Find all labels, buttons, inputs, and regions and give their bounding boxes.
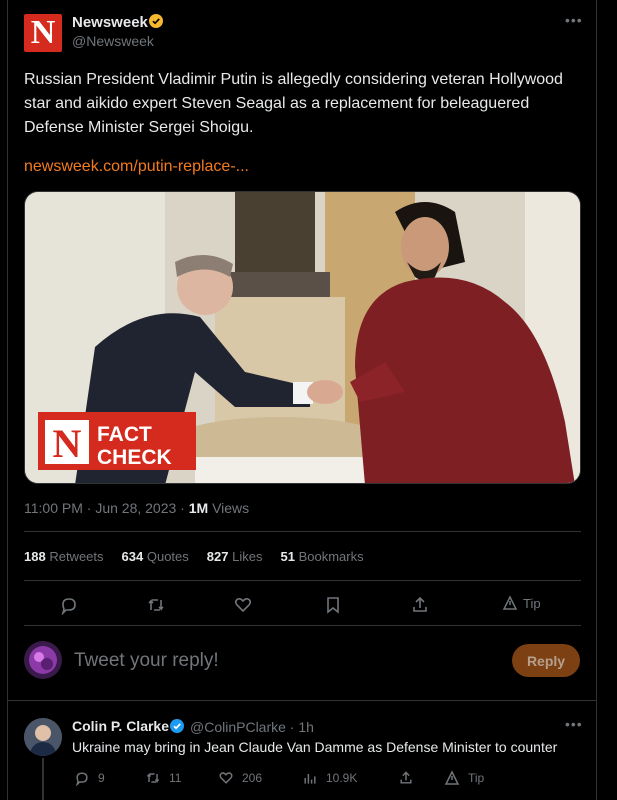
views-label: Views [208, 500, 250, 516]
comment-share-button[interactable] [398, 770, 414, 786]
commenter-name[interactable]: Colin P. Clarke [72, 718, 169, 734]
comment-reply-button[interactable]: 9 [74, 770, 105, 786]
author-handle[interactable]: @Newsweek [72, 33, 154, 49]
comment-retweet-button[interactable]: 11 [145, 770, 181, 786]
tweet-timestamp[interactable]: 11:00 PM · Jun 28, 2023 · [24, 500, 189, 516]
retweets-stat[interactable]: 188 Retweets [24, 549, 104, 564]
divider [24, 580, 581, 581]
like-icon[interactable] [233, 595, 253, 615]
badge-line-check: CHECK [97, 446, 172, 469]
views-count: 1M [188, 500, 209, 516]
quotes-count: 634 [121, 549, 144, 564]
likes-count: 827 [206, 549, 229, 564]
comment-likes-count: 206 [242, 771, 263, 785]
handshake-photo: N FACT CHECK [25, 192, 580, 483]
share-icon[interactable] [410, 595, 430, 615]
avatar-letter: N [30, 14, 56, 51]
tip-button[interactable]: Tip [502, 595, 541, 611]
reply-button[interactable]: Reply [512, 644, 580, 677]
comment-more-icon[interactable]: ••• [565, 716, 583, 732]
comment-tip-button[interactable]: Tip [444, 770, 484, 786]
tweet-stats: 188 Retweets 634 Quotes 827 Likes 51 Boo… [24, 549, 364, 564]
retweets-label: Retweets [49, 549, 104, 564]
views-icon [304, 774, 316, 784]
divider [24, 531, 581, 532]
bookmarks-label: Bookmarks [298, 549, 364, 564]
bookmarks-stat[interactable]: 51 Bookmarks [280, 549, 363, 564]
author-avatar[interactable]: N [24, 14, 62, 52]
tweet-text: Russian President Vladimir Putin is alle… [24, 71, 563, 136]
commenter-handle[interactable]: @ColinPClarke · 1h [190, 719, 314, 735]
comment-text: Ukraine may bring in Jean Claude Van Dam… [72, 739, 558, 755]
verified-gold-icon [149, 14, 163, 28]
comment-share-icon [400, 771, 412, 784]
reply-icon[interactable] [59, 595, 79, 615]
user-avatar[interactable] [24, 641, 62, 679]
author-name[interactable]: Newsweek [72, 14, 148, 31]
tweet-link[interactable]: newsweek.com/putin-replace-... [24, 158, 249, 176]
likes-label: Likes [232, 549, 263, 564]
quotes-stat[interactable]: 634 Quotes [122, 549, 189, 564]
comment-replies-count: 9 [98, 771, 105, 785]
tweet-image[interactable]: N FACT CHECK [24, 191, 581, 484]
divider [24, 625, 581, 626]
likes-stat[interactable]: 827 Likes [207, 549, 263, 564]
comment-views-count: 10.9K [326, 771, 358, 785]
more-options-icon[interactable]: ••• [565, 12, 583, 28]
verified-blue-icon [170, 719, 184, 733]
comment-views-button[interactable]: 10.9K [302, 770, 357, 786]
reply-input[interactable]: Tweet your reply! [74, 650, 219, 672]
comment-reply-icon [76, 772, 88, 786]
bookmark-icon[interactable] [323, 595, 343, 615]
commenter-avatar[interactable] [24, 718, 62, 756]
comment-tip-icon [444, 770, 460, 785]
divider [7, 700, 597, 701]
tip-label: Tip [523, 595, 541, 611]
comment-like-icon [219, 772, 233, 784]
tweet-actions: Tip [24, 587, 581, 623]
retweet-icon[interactable] [146, 595, 166, 615]
badge-logo-letter: N [53, 421, 82, 466]
comment-retweet-icon [146, 773, 160, 783]
bookmarks-count: 51 [280, 549, 295, 564]
badge-line-fact: FACT [97, 423, 152, 446]
thread-line [42, 758, 44, 800]
retweets-count: 188 [24, 549, 46, 564]
comment-retweets-count: 11 [169, 771, 182, 785]
tip-icon [502, 595, 518, 610]
tweet-meta: 11:00 PM · Jun 28, 2023 · 1M Views [24, 500, 249, 516]
quotes-label: Quotes [146, 549, 189, 564]
comment-tip-label: Tip [468, 771, 485, 785]
comment-like-button[interactable]: 206 [218, 770, 262, 786]
